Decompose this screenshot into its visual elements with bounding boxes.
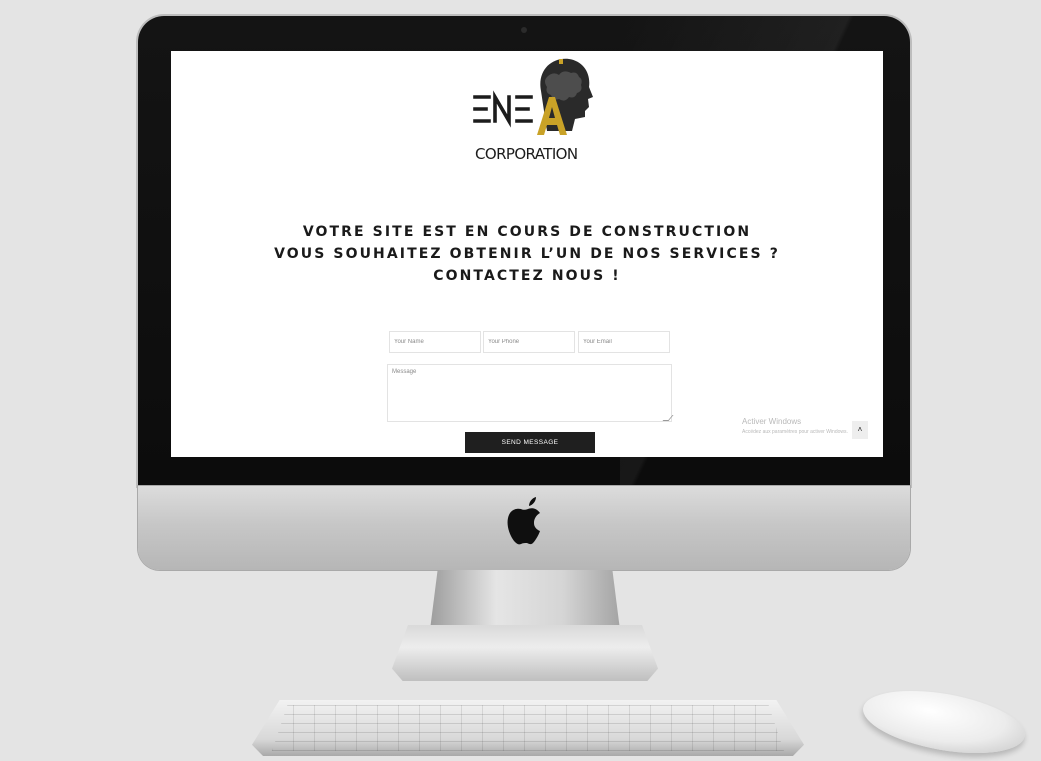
message-textarea[interactable]: [387, 364, 672, 422]
stand-foot: [392, 625, 658, 681]
email-input[interactable]: [578, 331, 670, 353]
enea-logo: CORPORATION: [473, 58, 593, 163]
phone-input[interactable]: [483, 331, 575, 353]
headline-line-2: VOUS SOUHAITEZ OBTENIR L’UN DE NOS SERVI…: [274, 246, 780, 262]
headline-line-1: VOTRE SITE EST EN COURS DE CONSTRUCTION: [302, 224, 752, 240]
keyboard-keys: [272, 705, 784, 751]
page-headline: VOTRE SITE EST EN COURS DE CONSTRUCTION …: [171, 221, 883, 287]
stand-neck: [430, 570, 620, 630]
magic-mouse: [858, 680, 1030, 761]
headline-line-3: CONTACTEZ NOUS !: [433, 268, 621, 284]
apple-logo-icon: [507, 497, 540, 545]
name-input[interactable]: [389, 331, 481, 353]
website-screen: CORPORATION VOTRE SITE EST EN COURS DE C…: [171, 51, 883, 457]
camera-icon: [521, 27, 527, 33]
scroll-to-top-button[interactable]: ˄: [852, 421, 868, 439]
send-message-button[interactable]: SEND MESSAGE: [465, 432, 595, 453]
logo-wordmark: CORPORATION: [475, 145, 577, 163]
imac-mockup: CORPORATION VOTRE SITE EST EN COURS DE C…: [0, 0, 1041, 761]
chevron-up-icon: ˄: [857, 425, 863, 434]
